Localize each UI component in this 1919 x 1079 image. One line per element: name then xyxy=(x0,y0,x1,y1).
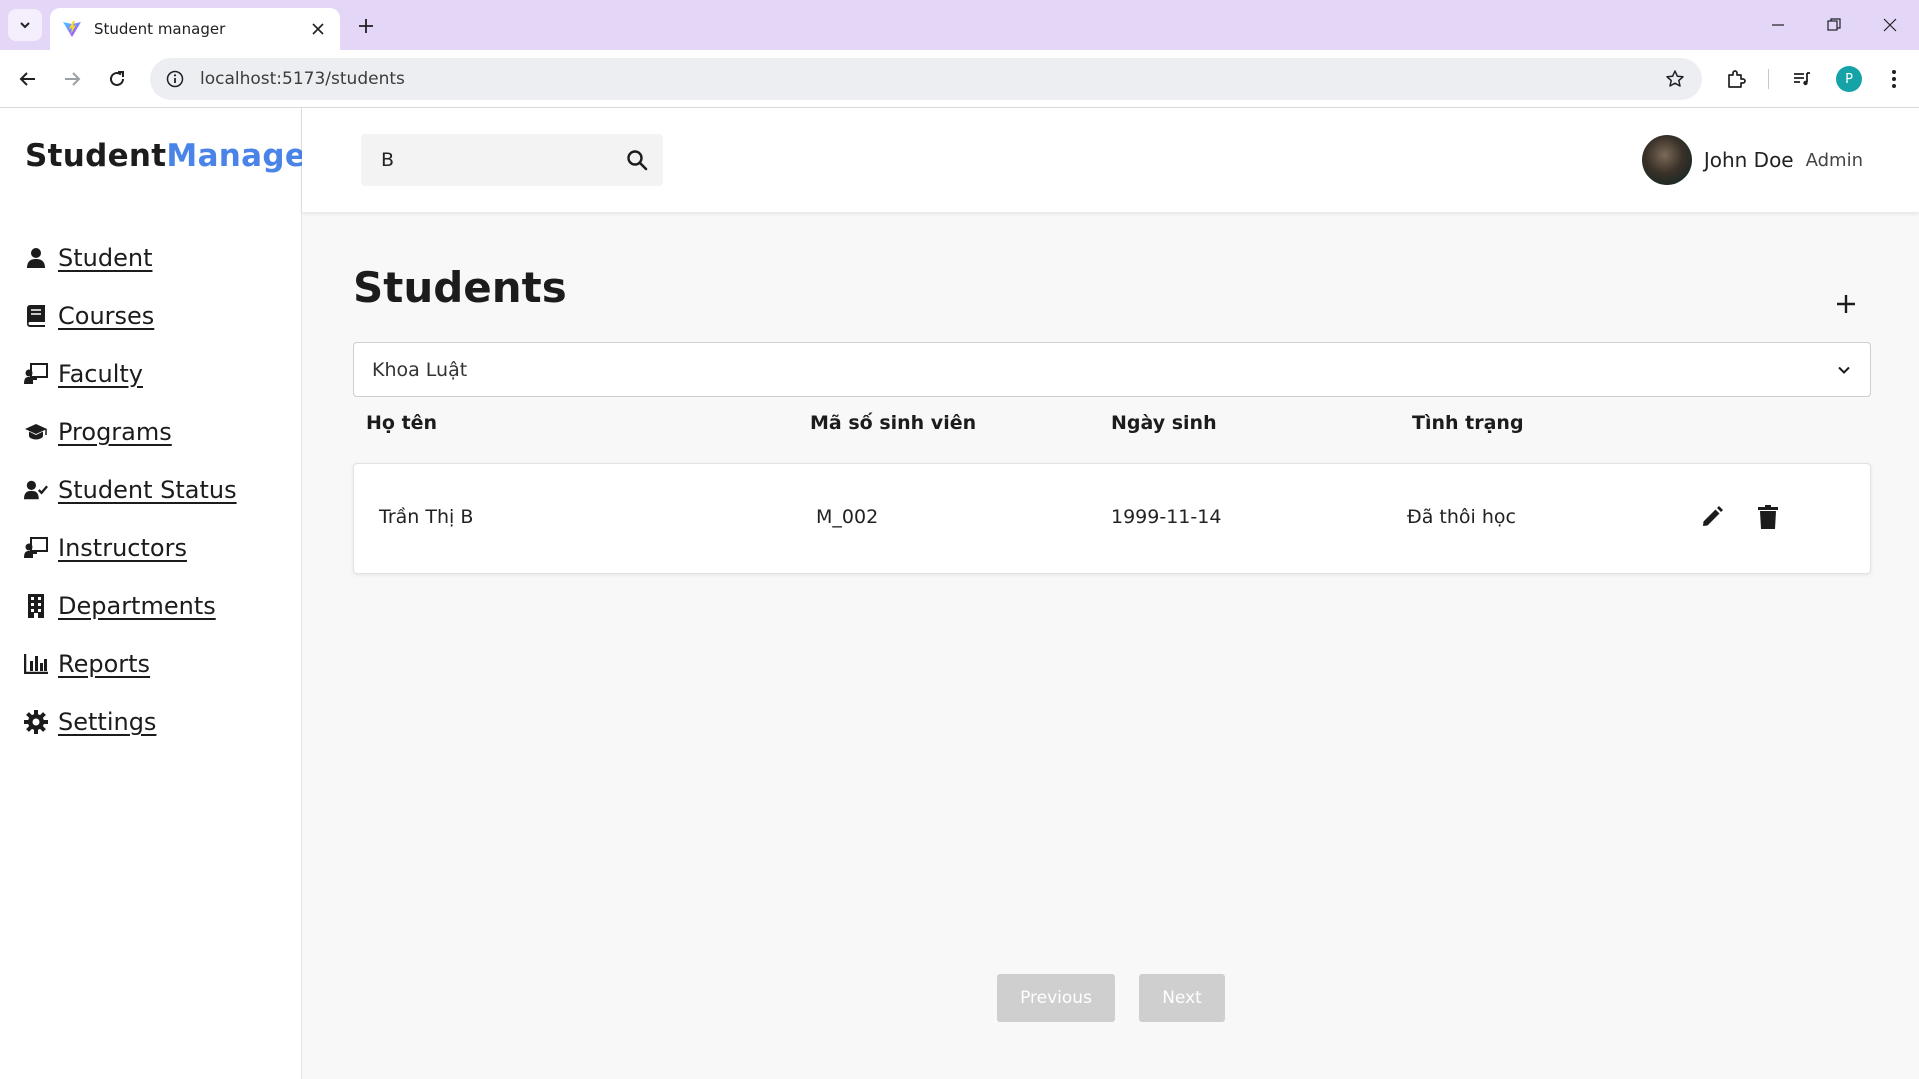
puzzle-icon xyxy=(1728,70,1746,88)
more-vertical-icon xyxy=(1892,70,1896,88)
pencil-icon xyxy=(1703,506,1723,526)
cell-student-id: M_002 xyxy=(816,506,879,528)
sidebar-item-label: Faculty xyxy=(58,360,143,388)
sidebar-item-label: Instructors xyxy=(58,534,187,562)
book-icon xyxy=(24,304,48,328)
user-name: John Doe xyxy=(1703,148,1794,172)
browser-toolbar: localhost:5173/students xyxy=(0,50,1919,108)
tab-title: Student manager xyxy=(94,20,226,38)
department-select-value: Khoa Luật xyxy=(372,358,468,381)
department-select[interactable]: Khoa Luật xyxy=(353,342,1871,397)
reload-button[interactable] xyxy=(101,63,133,95)
tab-close-icon[interactable] xyxy=(308,19,328,39)
sidebar-item-label: Student Status xyxy=(58,476,237,504)
vite-logo-icon xyxy=(63,21,81,37)
sidebar-item-label: Departments xyxy=(58,592,216,620)
delete-button[interactable] xyxy=(1751,500,1785,534)
arrow-left-icon xyxy=(19,72,35,86)
new-tab-button[interactable] xyxy=(352,12,380,40)
chevron-down-icon xyxy=(1834,360,1854,380)
next-button[interactable]: Next xyxy=(1139,974,1225,1022)
toolbar-divider xyxy=(1768,69,1769,89)
sidebar-item-label: Settings xyxy=(58,708,157,736)
close-window-button[interactable] xyxy=(1870,10,1910,40)
brand-primary: Student xyxy=(25,138,167,174)
sidebar-item-label: Programs xyxy=(58,418,172,446)
restore-button[interactable] xyxy=(1814,10,1854,40)
address-bar[interactable]: localhost:5173/students xyxy=(150,58,1702,100)
queue-music-icon xyxy=(1794,72,1810,86)
previous-button[interactable]: Previous xyxy=(997,974,1115,1022)
top-header: John Doe Admin xyxy=(302,108,1919,212)
browser-tab-strip: Student manager xyxy=(0,0,1919,50)
trash-icon xyxy=(1758,505,1778,529)
edit-button[interactable] xyxy=(1695,500,1729,534)
search-icon[interactable] xyxy=(624,146,649,174)
sidebar-item-courses[interactable]: Courses xyxy=(24,299,154,333)
search-input[interactable] xyxy=(381,149,624,171)
forward-button[interactable] xyxy=(56,63,88,95)
bookmark-star-icon[interactable] xyxy=(1662,66,1688,92)
chart-bar-icon xyxy=(24,652,48,676)
browser-tab-active[interactable]: Student manager xyxy=(50,8,340,50)
sidebar-item-label: Student xyxy=(58,244,153,272)
avatar[interactable] xyxy=(1641,135,1692,185)
user-menu[interactable]: John Doe Admin xyxy=(1641,134,1863,186)
cell-name: Trần Thị B xyxy=(379,506,474,528)
add-student-button[interactable] xyxy=(1828,286,1864,322)
browser-menu-button[interactable] xyxy=(1878,63,1910,95)
table-row[interactable]: Trần Thị B M_002 1999-11-14 Đã thôi học xyxy=(353,463,1871,574)
chalkboard-teacher-icon xyxy=(24,362,48,386)
restore-icon xyxy=(1827,18,1841,31)
user-icon xyxy=(24,246,48,270)
sidebar-item-settings[interactable]: Settings xyxy=(24,705,156,739)
reload-icon xyxy=(110,71,124,86)
gear-icon xyxy=(24,710,48,734)
chalkboard-teacher-icon xyxy=(24,536,48,560)
close-icon xyxy=(1883,18,1897,32)
minimize-button[interactable] xyxy=(1758,10,1798,40)
sidebar-item-instructors[interactable]: Instructors xyxy=(24,531,187,565)
sidebar-item-label: Reports xyxy=(58,650,151,678)
media-controls-button[interactable] xyxy=(1786,63,1818,95)
sidebar-item-student[interactable]: Student xyxy=(24,241,152,275)
chevron-down-icon xyxy=(20,22,30,29)
arrow-right-icon xyxy=(65,72,81,86)
sidebar-item-reports[interactable]: Reports xyxy=(24,647,150,681)
plus-icon xyxy=(1837,295,1855,313)
tab-search-button[interactable] xyxy=(8,9,42,41)
column-header-dob: Ngày sinh xyxy=(1111,412,1217,434)
cell-status: Đã thôi học xyxy=(1407,506,1516,528)
user-check-icon xyxy=(24,478,48,502)
sidebar: StudentManager Student Courses Faculty P… xyxy=(0,108,321,1079)
cell-dob: 1999-11-14 xyxy=(1111,506,1222,528)
user-role: Admin xyxy=(1805,149,1863,171)
plus-icon xyxy=(359,19,373,33)
minimize-icon xyxy=(1772,24,1784,26)
column-header-student-id: Mã số sinh viên xyxy=(810,412,977,434)
column-header-status: Tình trạng xyxy=(1412,412,1524,434)
brand-logo[interactable]: StudentManager xyxy=(25,138,322,174)
main-content: John Doe Admin Students Khoa Luật Họ tên… xyxy=(302,108,1919,1079)
url-text[interactable]: localhost:5173/students xyxy=(200,69,1662,89)
back-button[interactable] xyxy=(12,63,44,95)
sidebar-item-label: Courses xyxy=(58,302,155,330)
graduation-cap-icon xyxy=(24,420,48,444)
search-box xyxy=(361,134,663,186)
extensions-button[interactable] xyxy=(1720,63,1752,95)
sidebar-item-student-status[interactable]: Student Status xyxy=(24,473,237,507)
site-info-icon[interactable] xyxy=(164,68,186,90)
brand-accent: Manager xyxy=(166,138,322,174)
building-icon xyxy=(24,594,48,618)
page-title: Students xyxy=(353,263,567,312)
column-header-name: Họ tên xyxy=(366,412,438,434)
sidebar-item-faculty[interactable]: Faculty xyxy=(24,357,143,391)
sidebar-item-programs[interactable]: Programs xyxy=(24,415,172,449)
profile-avatar[interactable]: P xyxy=(1836,66,1862,92)
sidebar-item-departments[interactable]: Departments xyxy=(24,589,216,623)
